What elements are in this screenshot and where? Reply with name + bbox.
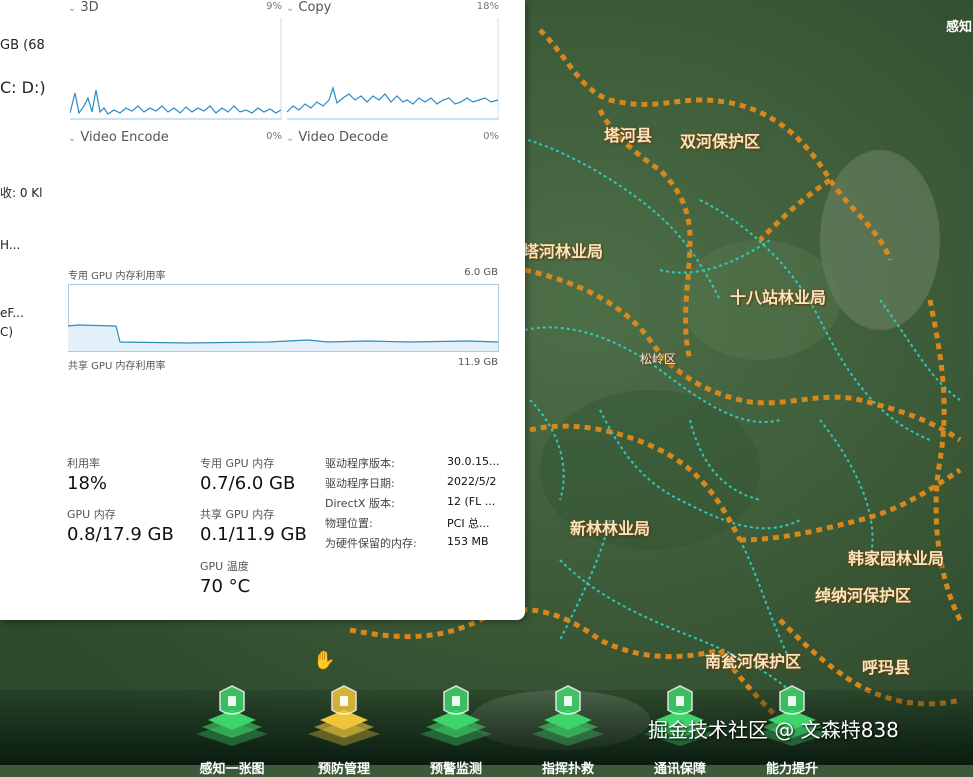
command-rescue-icon bbox=[532, 685, 604, 746]
map-label-tahe-forestry: 塔河林业局 bbox=[523, 242, 604, 261]
nav-item-3[interactable]: 预警监测 bbox=[416, 682, 496, 777]
left-cut-text-6: C) bbox=[0, 325, 14, 339]
prop-value: 30.0.15... bbox=[447, 455, 500, 468]
left-cut-text-5: eF... bbox=[0, 306, 24, 320]
corner-title-cut: 感知 bbox=[946, 20, 973, 35]
nav-label: 指挥扑救 bbox=[541, 762, 594, 777]
sensing-map-icon bbox=[196, 685, 268, 746]
left-cut-text-2: C: D:) bbox=[0, 78, 46, 97]
watermark: 掘金技术社区 @ 文森特838 bbox=[648, 718, 899, 742]
nav-item-2[interactable]: 预防管理 bbox=[304, 682, 384, 777]
nav-item-4[interactable]: 指挥扑救 bbox=[528, 682, 608, 777]
prop-value: 12 (FL ... bbox=[447, 495, 496, 508]
gpu-mem-value: 0.8/17.9 GB bbox=[67, 524, 174, 545]
gpu-mem-label: GPU 内存 bbox=[67, 508, 116, 521]
left-cut-text-1: GB (68 bbox=[0, 38, 45, 53]
dedicated-memory-label: 专用 GPU 内存利用率 bbox=[68, 271, 166, 282]
shared-memory-max: 11.9 GB bbox=[457, 357, 498, 368]
prop-label: 驱动程序日期: bbox=[325, 477, 395, 490]
nav-item-1[interactable]: 感知一张图 bbox=[192, 682, 272, 777]
left-cut-text-3: 收: 0 Kl bbox=[0, 186, 43, 200]
engine-copy-pct: 18% bbox=[476, 1, 499, 12]
prop-value: 153 MB bbox=[447, 535, 489, 548]
dedicated-memory-max: 6.0 GB bbox=[464, 267, 498, 278]
utilization-label: 利用率 bbox=[67, 457, 100, 470]
map-label-shuanghe-reserve: 双河保护区 bbox=[680, 132, 761, 151]
prevention-icon bbox=[308, 685, 380, 746]
engine-copy-title[interactable]: ⌄ Copy bbox=[286, 0, 331, 15]
engine-copy-graph bbox=[287, 18, 499, 120]
chevron-down-icon: ⌄ bbox=[286, 3, 295, 14]
dedicated-mem-value: 0.7/6.0 GB bbox=[200, 473, 296, 494]
prop-value: 2022/5/2 bbox=[447, 475, 497, 488]
nav-label: 感知一张图 bbox=[199, 762, 265, 777]
dedicated-mem-label: 专用 GPU 内存 bbox=[200, 457, 275, 470]
map-label-hanjiayuan-forestry: 韩家园林业局 bbox=[848, 549, 945, 568]
engine-video-encode-pct: 0% bbox=[266, 131, 282, 142]
engine-3d-pct: 9% bbox=[266, 1, 282, 12]
map-label-xinlin-forestry: 新林林业局 bbox=[570, 519, 651, 538]
engine-3d-graph bbox=[70, 18, 282, 120]
map-label-chuona-reserve: 绰纳河保护区 bbox=[815, 586, 912, 605]
nav-label: 预防管理 bbox=[317, 762, 370, 777]
map-label-huma-county: 呼玛县 bbox=[862, 658, 911, 677]
shared-memory-label: 共享 GPU 内存利用率 bbox=[68, 361, 166, 372]
prop-label: 驱动程序版本: bbox=[325, 457, 395, 470]
left-cut-text-4: H... bbox=[0, 238, 21, 252]
map-label-songling: 松岭区 bbox=[640, 352, 677, 366]
utilization-value: 18% bbox=[67, 473, 108, 494]
engine-3d-title[interactable]: ⌄ 3D bbox=[68, 0, 99, 15]
shared-mem-value: 0.1/11.9 GB bbox=[200, 524, 307, 545]
engine-video-encode-title[interactable]: ⌄ Video Encode bbox=[68, 130, 169, 145]
dedicated-memory-graph bbox=[68, 284, 499, 352]
prop-value: PCI 总... bbox=[447, 517, 490, 530]
prop-label: 物理位置: bbox=[325, 517, 373, 530]
nav-label: 通讯保障 bbox=[653, 762, 706, 777]
prop-label: DirectX 版本: bbox=[325, 497, 395, 510]
chevron-down-icon: ⌄ bbox=[68, 3, 77, 14]
map-label-tahe-county: 塔河县 bbox=[604, 126, 653, 145]
gpu-temp-label: GPU 温度 bbox=[200, 560, 249, 573]
map-label-shibazhan-forestry: 十八站林业局 bbox=[730, 288, 827, 307]
nav-label: 预警监测 bbox=[429, 762, 482, 777]
nav-label: 能力提升 bbox=[765, 762, 818, 777]
map-label-nanwenghe-reserve: 南瓮河保护区 bbox=[705, 652, 802, 671]
chevron-down-icon: ⌄ bbox=[286, 133, 295, 144]
gpu-temp-value: 70 °C bbox=[200, 576, 251, 597]
chevron-down-icon: ⌄ bbox=[68, 133, 77, 144]
shared-mem-label: 共享 GPU 内存 bbox=[200, 508, 275, 521]
prop-label: 为硬件保留的内存: bbox=[325, 537, 417, 550]
engine-video-decode-pct: 0% bbox=[483, 131, 499, 142]
hand-cursor-icon: ✋ bbox=[313, 650, 336, 671]
engine-video-decode-title[interactable]: ⌄ Video Decode bbox=[286, 130, 388, 145]
task-manager-gpu-panel: GB (68 C: D:) 收: 0 Kl H... eF... C) ⌄ 3D … bbox=[0, 0, 525, 620]
early-warning-icon bbox=[420, 685, 492, 746]
